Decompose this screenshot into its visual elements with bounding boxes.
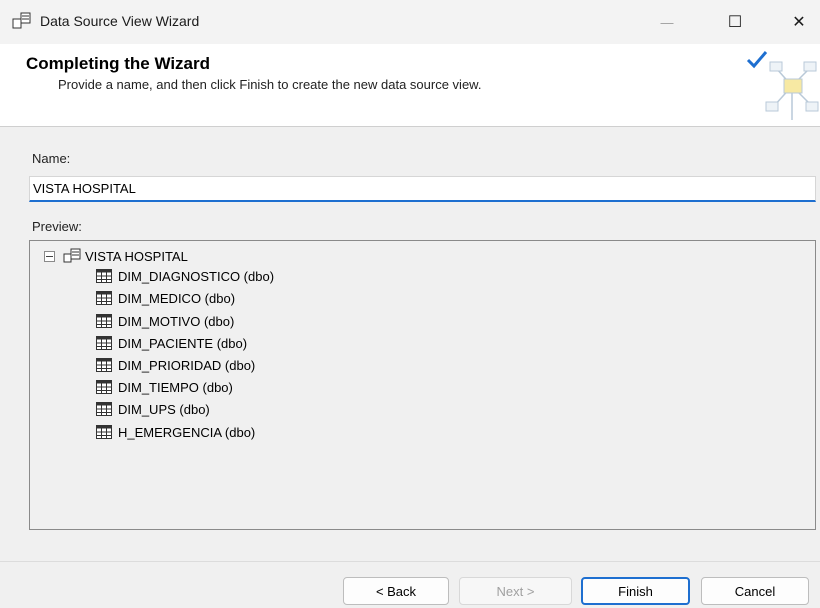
data-source-view-icon xyxy=(63,248,81,263)
wizard-banner-icon xyxy=(746,51,819,120)
table-icon xyxy=(96,314,112,328)
table-icon xyxy=(96,380,112,394)
finish-button[interactable]: Finish xyxy=(581,577,690,605)
tree-item-label: DIM_MOTIVO (dbo) xyxy=(118,313,235,329)
tree-item[interactable]: DIM_PACIENTE (dbo) xyxy=(96,333,247,353)
table-icon xyxy=(96,358,112,372)
table-icon xyxy=(96,291,112,305)
cancel-button[interactable]: Cancel xyxy=(701,577,809,605)
name-input[interactable] xyxy=(29,176,816,202)
back-button[interactable]: < Back xyxy=(343,577,449,605)
tree-item-label: DIM_PACIENTE (dbo) xyxy=(118,335,248,351)
tree-item-label: DIM_DIAGNOSTICO (dbo) xyxy=(118,268,275,284)
close-icon: ✕ xyxy=(792,14,806,31)
footer-divider xyxy=(0,561,820,562)
tree-root-label: VISTA HOSPITAL xyxy=(85,248,188,264)
maximize-icon: ☐ xyxy=(727,14,743,31)
tree-item-label: DIM_UPS (dbo) xyxy=(118,401,210,417)
close-button[interactable]: ✕ xyxy=(776,0,820,44)
tree-item-label: DIM_PRIORIDAD (dbo) xyxy=(118,357,256,373)
table-icon xyxy=(96,269,112,283)
next-button[interactable]: Next > xyxy=(459,577,572,605)
preview-label: Preview: xyxy=(32,219,82,234)
window-title: Data Source View Wizard xyxy=(40,13,200,29)
table-icon xyxy=(96,402,112,416)
tree-item[interactable]: DIM_TIEMPO (dbo) xyxy=(96,377,233,397)
data-source-view-icon xyxy=(12,12,31,29)
tree-item[interactable]: DIM_PRIORIDAD (dbo) xyxy=(96,355,255,375)
tree-item[interactable]: DIM_MOTIVO (dbo) xyxy=(96,311,234,331)
name-label: Name: xyxy=(32,151,71,166)
tree-item-label: DIM_TIEMPO (dbo) xyxy=(118,379,233,395)
minimize-button[interactable]: — xyxy=(644,0,690,44)
tree-item[interactable]: DIM_MEDICO (dbo) xyxy=(96,288,235,308)
page-subtitle: Provide a name, and then click Finish to… xyxy=(58,77,482,92)
tree-item-label: H_EMERGENCIA (dbo) xyxy=(118,424,256,440)
preview-tree[interactable]: VISTA HOSPITAL DIM_DIAGNOSTICO (dbo) DIM… xyxy=(29,240,816,530)
collapse-icon[interactable] xyxy=(44,250,55,262)
tree-root-node[interactable]: VISTA HOSPITAL xyxy=(44,246,188,266)
page-title: Completing the Wizard xyxy=(26,54,211,73)
maximize-button[interactable]: ☐ xyxy=(712,0,758,44)
tree-item[interactable]: DIM_UPS (dbo) xyxy=(96,399,210,419)
tree-item-label: DIM_MEDICO (dbo) xyxy=(118,290,236,306)
table-icon xyxy=(96,336,112,350)
tree-item[interactable]: H_EMERGENCIA (dbo) xyxy=(96,422,255,442)
wizard-header: Completing the Wizard Provide a name, an… xyxy=(0,44,820,127)
title-bar: Data Source View Wizard — ☐ ✕ xyxy=(0,0,820,44)
tree-item[interactable]: DIM_DIAGNOSTICO (dbo) xyxy=(96,266,274,286)
table-icon xyxy=(96,425,112,439)
minimize-icon: — xyxy=(660,14,674,30)
